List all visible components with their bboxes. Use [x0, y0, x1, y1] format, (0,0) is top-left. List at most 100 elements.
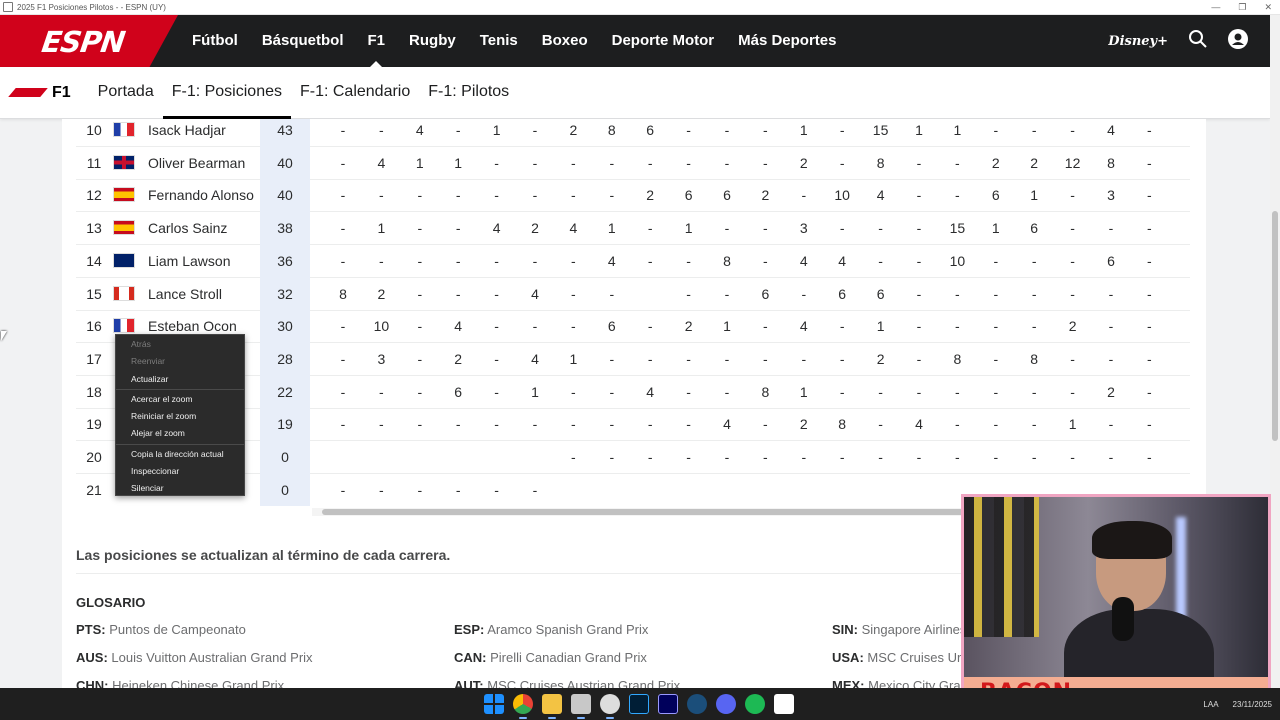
subnav-item-calendario[interactable]: F-1: Calendario: [291, 67, 419, 119]
race-result-cell: -: [1147, 252, 1152, 269]
context-menu-inspect[interactable]: Inspeccionar: [116, 463, 244, 480]
tray-date[interactable]: 23/11/2025: [1233, 700, 1272, 709]
context-menu-copy-address[interactable]: Copia la dirección actual: [116, 446, 244, 463]
photoshop-icon[interactable]: [629, 694, 649, 714]
race-result-cell: -: [609, 416, 615, 433]
race-result-cell: -: [993, 285, 999, 302]
obs-icon[interactable]: [600, 694, 620, 719]
race-result-cell: 6: [1107, 252, 1115, 269]
race-result-cell: -: [609, 383, 615, 400]
system-tray: LAA 23/11/2025: [1203, 688, 1272, 720]
race-result-cell: -: [1108, 220, 1114, 237]
driver-points: 22: [260, 375, 310, 409]
race-result-cell: 6: [684, 187, 693, 204]
notion-icon[interactable]: [774, 694, 794, 714]
race-result-cell: 2: [991, 154, 1000, 171]
race-result-cell: -: [1147, 383, 1152, 400]
user-account-icon[interactable]: [1228, 28, 1248, 54]
race-result-cell: -: [686, 252, 691, 269]
context-menu-zoom-in[interactable]: Acercar el zoom: [116, 391, 244, 408]
race-result-cell: -: [455, 481, 461, 498]
tray-language[interactable]: LAA: [1203, 700, 1218, 709]
country-flag-icon: [113, 187, 135, 203]
race-result-cell: -: [801, 449, 807, 465]
race-result-cell: -: [494, 416, 499, 433]
spotify-icon[interactable]: [745, 694, 765, 714]
scrollbar-thumb[interactable]: [322, 509, 982, 515]
discord-icon[interactable]: [716, 694, 736, 714]
race-result-cell: -: [1147, 154, 1152, 171]
subnav-item-pilotos[interactable]: F-1: Pilotos: [419, 67, 518, 119]
snipping-tool-icon[interactable]: [571, 694, 591, 719]
taskbar-apps: [484, 694, 794, 719]
race-result-cell: 4: [569, 220, 578, 237]
page-vertical-scrollbar[interactable]: [1270, 15, 1280, 688]
race-result-cell: -: [839, 220, 845, 237]
driver-points: 19: [260, 408, 310, 442]
race-result-cell: -: [455, 220, 461, 237]
race-result-cell: -: [724, 285, 730, 302]
race-result-cell: 4: [454, 318, 463, 335]
subnav-item-portada[interactable]: Portada: [89, 67, 163, 119]
race-result-cell: -: [1147, 285, 1152, 302]
race-result-cell: 4: [876, 187, 885, 204]
context-menu-mute[interactable]: Silenciar: [116, 480, 244, 497]
race-result-cell: -: [993, 122, 999, 138]
espn-logo[interactable]: ESPN: [40, 25, 127, 59]
race-result-cell: 6: [1030, 220, 1039, 237]
race-result-cell: -: [993, 449, 999, 465]
f1-logo[interactable]: F1: [8, 84, 71, 102]
race-result-cell: 8: [953, 350, 962, 367]
race-result-cell: 1: [876, 318, 885, 335]
driver-position: 20: [86, 449, 102, 465]
race-result-cell: 6: [607, 318, 616, 335]
race-result-cell: -: [532, 481, 538, 498]
race-result-cell: -: [878, 416, 883, 433]
driver-position: 17: [86, 350, 102, 367]
nav-item-rugby[interactable]: Rugby: [397, 15, 468, 67]
glossary-item: CAN: Pirelli Canadian Grand Prix: [454, 650, 647, 665]
nav-item-tenis[interactable]: Tenis: [468, 15, 530, 67]
nav-item-boxeo[interactable]: Boxeo: [530, 15, 600, 67]
driver-name[interactable]: Fernando Alonso: [148, 179, 254, 212]
driver-position: 15: [86, 285, 102, 302]
windows-start-icon[interactable]: [484, 694, 504, 714]
race-result-cell: -: [494, 383, 499, 400]
page-scrollbar-thumb[interactable]: [1272, 211, 1278, 441]
subnav-item-posiciones[interactable]: F-1: Posiciones: [162, 67, 291, 119]
chrome-icon[interactable]: [513, 694, 533, 719]
context-menu-reload[interactable]: Actualizar: [116, 371, 244, 388]
search-icon[interactable]: [1188, 29, 1208, 54]
race-result-cell: -: [340, 187, 346, 204]
nav-item-mas-deportes[interactable]: Más Deportes: [726, 15, 848, 67]
disney-plus-logo[interactable]: Disney+: [1108, 34, 1168, 49]
race-result-cell: 15: [949, 220, 966, 237]
driver-name[interactable]: Oliver Bearman: [148, 147, 245, 180]
driver-name[interactable]: Isack Hadjar: [148, 119, 226, 147]
race-result-cell: -: [417, 187, 423, 204]
nav-item-futbol[interactable]: Fútbol: [180, 15, 250, 67]
espn-header: ESPN Fútbol Básquetbol F1 Rugby Tenis Bo…: [0, 15, 1270, 67]
premiere-icon[interactable]: [658, 694, 678, 714]
context-menu-zoom-reset[interactable]: Reiniciar el zoom: [116, 408, 244, 425]
race-result-cell: -: [1070, 122, 1075, 138]
glossary-item: ESP: Aramco Spanish Grand Prix: [454, 622, 649, 637]
race-result-cell: -: [955, 449, 960, 465]
minimize-button[interactable]: —: [1211, 0, 1220, 14]
race-result-cell: 4: [799, 252, 808, 269]
race-result-cell: 1: [723, 318, 731, 335]
context-menu-zoom-out[interactable]: Alejar el zoom: [116, 425, 244, 442]
race-result-cell: -: [1108, 449, 1114, 465]
driver-name[interactable]: Liam Lawson: [148, 245, 231, 278]
nav-item-basquetbol[interactable]: Básquetbol: [250, 15, 356, 67]
nav-item-deporte-motor[interactable]: Deporte Motor: [600, 15, 727, 67]
driver-name[interactable]: Lance Stroll: [148, 278, 222, 311]
race-result-cell: -: [1031, 449, 1037, 465]
file-explorer-icon[interactable]: [542, 694, 562, 719]
steam-icon[interactable]: [687, 694, 707, 714]
close-button[interactable]: ✕: [1264, 0, 1272, 14]
driver-name[interactable]: Carlos Sainz: [148, 212, 227, 245]
maximize-button[interactable]: ❐: [1238, 0, 1246, 14]
table-row: 12 Fernando Alonso 40 - - - - - - - - 2 6 6 2 - 10 4 - - 6 1 -…: [76, 179, 1190, 213]
nav-item-f1[interactable]: F1: [356, 15, 398, 67]
